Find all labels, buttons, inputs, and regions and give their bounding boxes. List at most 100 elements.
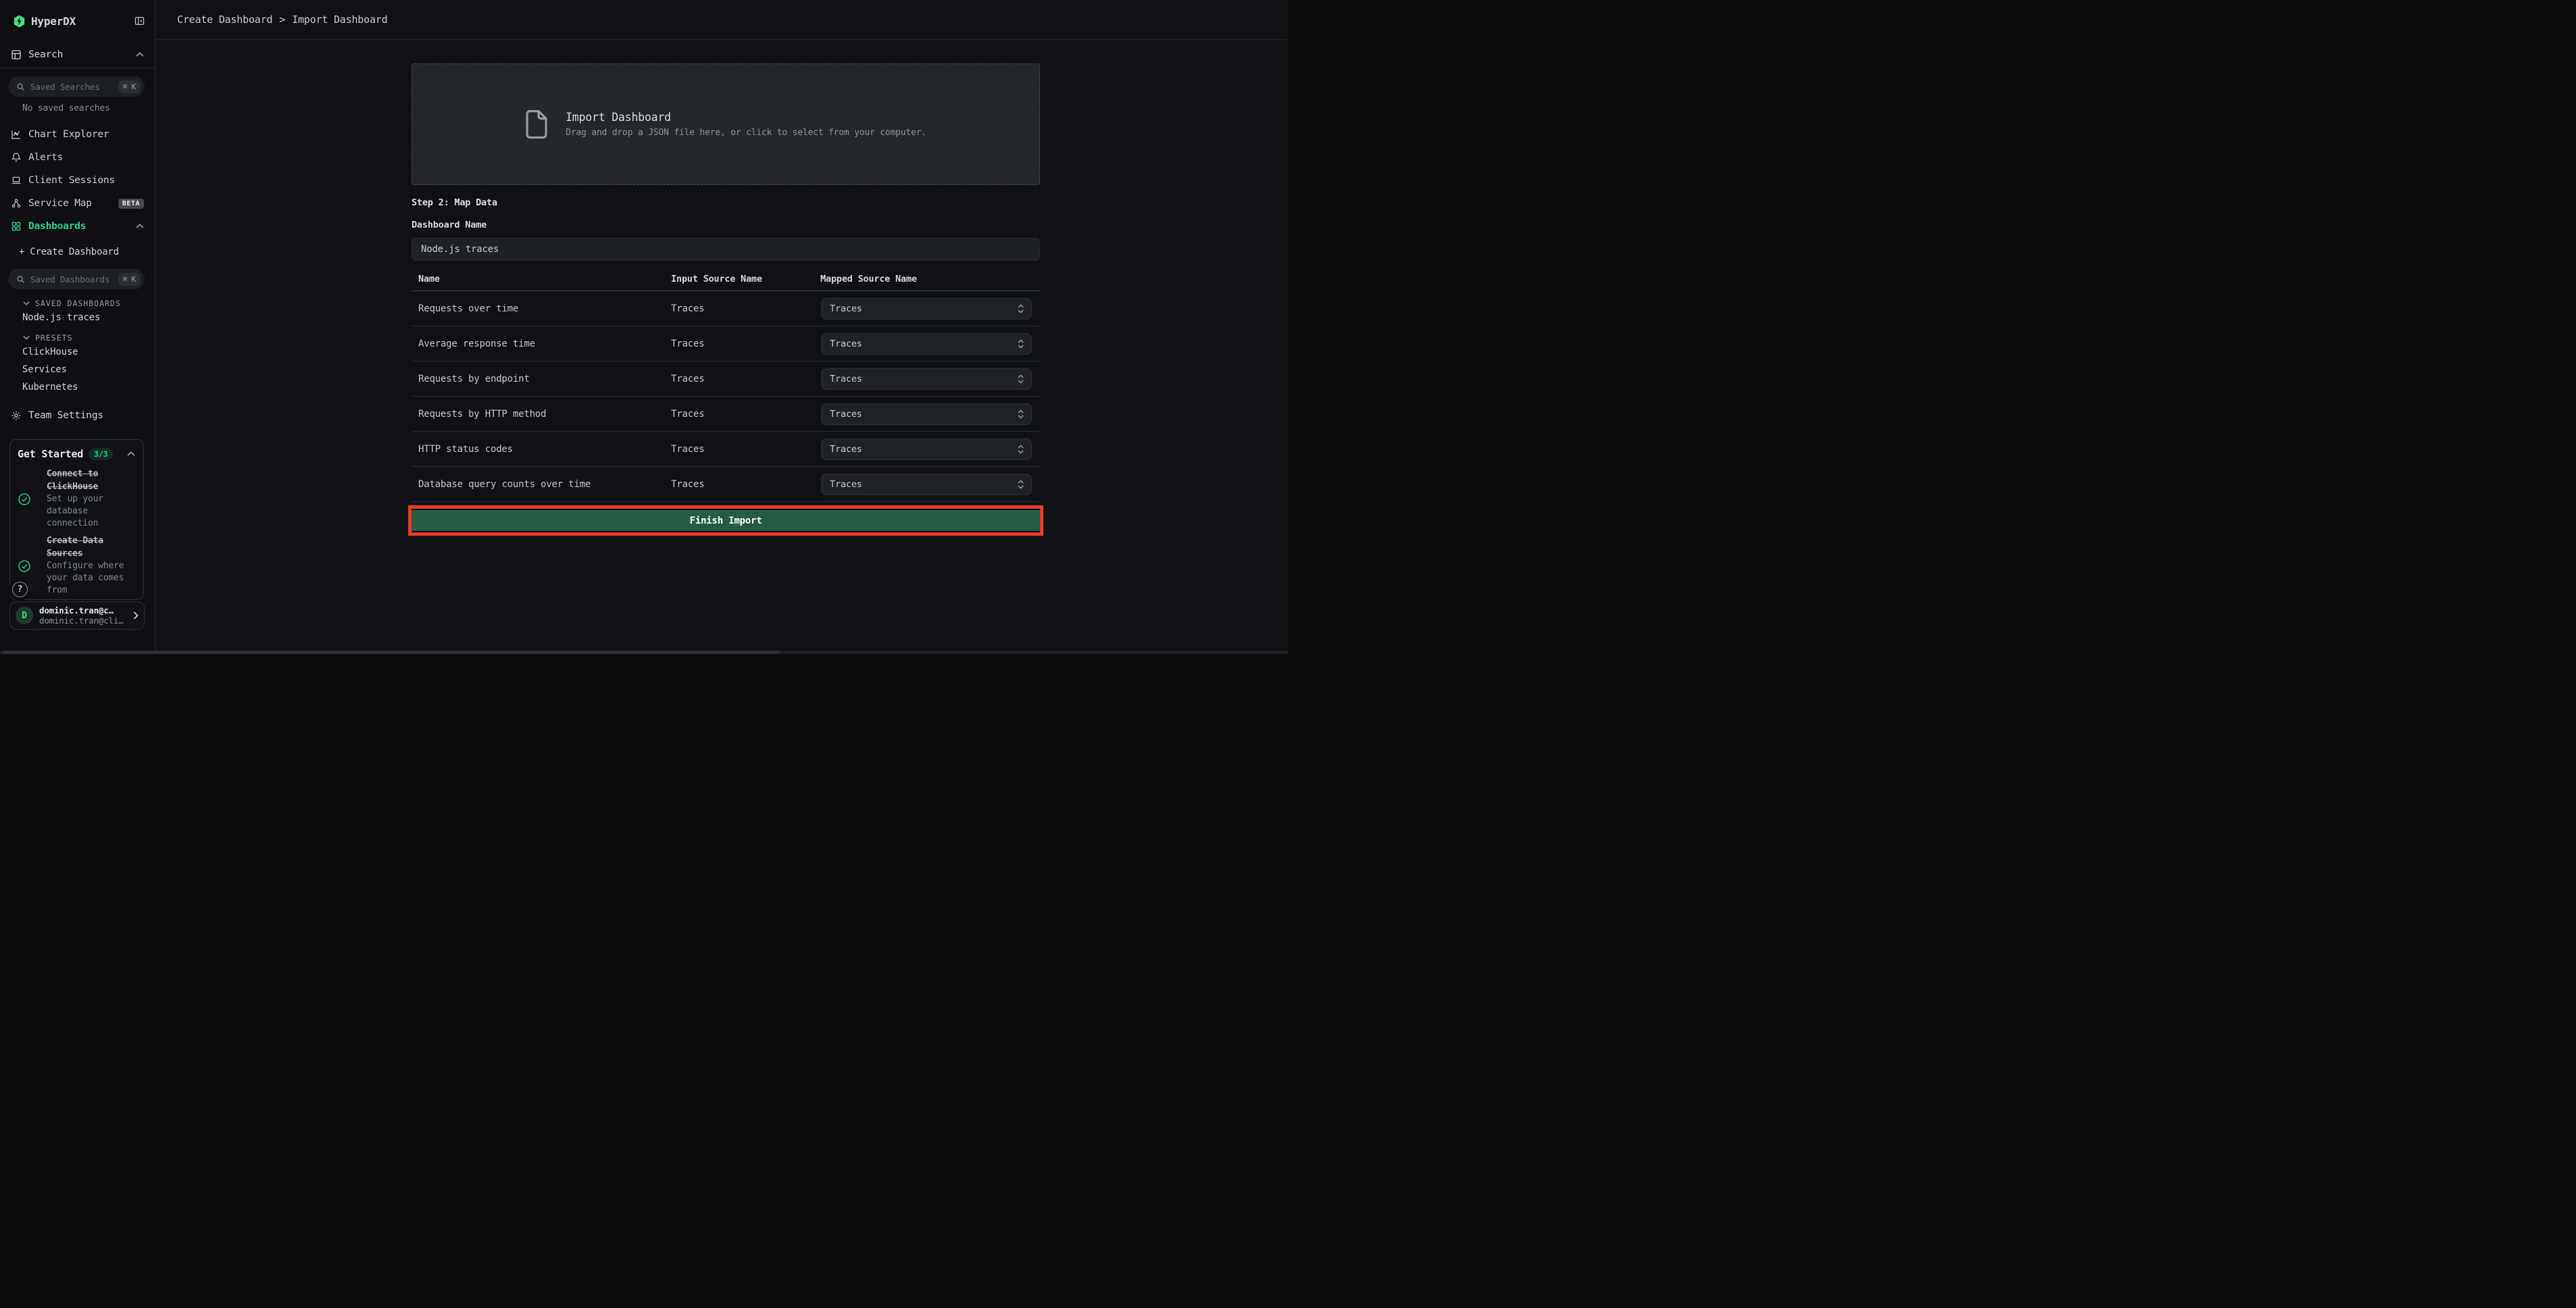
create-dashboard-label: Create Dashboard	[30, 247, 119, 257]
chevron-right-icon	[133, 611, 139, 620]
sidebar: HyperDX Search	[0, 0, 155, 651]
sidebar-item-label: Service Map	[28, 198, 92, 209]
column-header-name: Name	[412, 274, 671, 284]
hyperdx-logo-icon	[14, 15, 25, 28]
brand-row: HyperDX	[0, 0, 155, 42]
mapped-source-select[interactable]: Traces	[821, 298, 1032, 320]
bell-icon	[11, 152, 22, 163]
table-row: Database query counts over time Traces T…	[412, 467, 1040, 502]
sidebar-item-client-sessions[interactable]: Client Sessions	[0, 169, 155, 192]
column-header-input-source: Input Source Name	[671, 274, 820, 284]
sidebar-preset-services[interactable]: Services	[0, 361, 155, 378]
group-label: PRESETS	[35, 333, 72, 343]
get-started-item[interactable]: Create Data Sources Configure where your…	[18, 534, 137, 597]
sidebar-item-service-map[interactable]: Service Map BETA	[0, 192, 155, 215]
mapped-source-select[interactable]: Traces	[821, 474, 1032, 495]
get-started-title: Get Started	[18, 448, 83, 460]
chart-name: Requests by HTTP method	[412, 409, 671, 420]
search-icon	[16, 82, 25, 91]
get-started-item[interactable]: Connect to ClickHouse Set up your databa…	[18, 468, 137, 530]
selected-source: Traces	[830, 409, 1017, 420]
selector-chevrons-icon	[1017, 444, 1024, 455]
breadcrumb: Create Dashboard > Import Dashboard	[155, 0, 1288, 40]
get-started-progress-badge: 3/3	[89, 448, 113, 460]
check-circle-icon	[18, 559, 31, 573]
plus-icon: +	[19, 247, 24, 257]
sidebar-preset-clickhouse[interactable]: ClickHouse	[0, 343, 155, 361]
table-row: Requests by HTTP method Traces Traces	[412, 397, 1040, 432]
saved-dashboards-input[interactable]: Saved Dashboards ⌘ K	[8, 269, 145, 289]
sidebar-dashboard-nodejs-traces[interactable]: Node.js traces	[0, 309, 155, 326]
dropzone-inner: Import Dashboard Drag and drop a JSON fi…	[525, 109, 926, 139]
horizontal-scrollbar[interactable]	[0, 651, 1288, 654]
mapped-source-select[interactable]: Traces	[821, 333, 1032, 355]
main-area: Create Dashboard > Import Dashboard Impo…	[155, 0, 1288, 651]
input-source-name: Traces	[671, 303, 820, 314]
dashboard-name-input[interactable]	[412, 238, 1040, 261]
mapped-source-select[interactable]: Traces	[821, 438, 1032, 460]
avatar: D	[16, 607, 33, 624]
import-content: Import Dashboard Drag and drop a JSON fi…	[412, 40, 1040, 536]
saved-dashboards-placeholder: Saved Dashboards	[30, 274, 118, 284]
sidebar-item-label: Team Settings	[28, 410, 103, 421]
saved-searches-input[interactable]: Saved Searches ⌘ K	[8, 76, 145, 97]
gear-icon	[11, 410, 22, 421]
chevron-up-icon[interactable]	[136, 224, 144, 229]
input-source-name: Traces	[671, 409, 820, 420]
check-circle-icon	[18, 493, 31, 506]
chevron-up-icon[interactable]	[136, 52, 144, 57]
chevron-up-icon[interactable]	[127, 451, 135, 457]
dashboard-name-label: Dashboard Name	[412, 220, 1040, 231]
get-started-header[interactable]: Get Started 3/3	[10, 440, 143, 460]
sidebar-item-label: Client Sessions	[28, 175, 115, 186]
table-row: Average response time Traces Traces	[412, 326, 1040, 361]
sidebar-item-team-settings[interactable]: Team Settings	[0, 404, 155, 427]
json-dropzone[interactable]: Import Dashboard Drag and drop a JSON fi…	[412, 64, 1040, 185]
finish-import-button[interactable]: Finish Import	[412, 510, 1040, 531]
saved-dashboards-group-toggle[interactable]: SAVED DASHBOARDS	[23, 297, 155, 309]
dropzone-text: Import Dashboard Drag and drop a JSON fi…	[566, 111, 926, 138]
help-button[interactable]: ?	[12, 582, 28, 597]
search-icon	[16, 275, 25, 284]
create-dashboard-button[interactable]: + Create Dashboard	[0, 241, 155, 263]
task-title: Connect to ClickHouse	[47, 468, 137, 493]
step-title: Step 2: Map Data	[412, 197, 1040, 209]
user-name: dominic.tran@c…	[39, 605, 133, 615]
collapse-sidebar-icon[interactable]	[134, 16, 145, 26]
sidebar-item-dashboards[interactable]: Dashboards	[0, 215, 155, 238]
presets-group-toggle[interactable]: PRESETS	[23, 332, 155, 343]
mapped-source-select[interactable]: Traces	[821, 368, 1032, 390]
service-map-icon	[11, 198, 22, 209]
selector-chevrons-icon	[1017, 409, 1024, 420]
input-source-name: Traces	[671, 444, 820, 455]
selected-source: Traces	[830, 303, 1017, 314]
chevron-down-icon	[23, 335, 30, 340]
group-label: SAVED DASHBOARDS	[35, 299, 121, 308]
sidebar-nav: Chart Explorer Alerts Cl	[0, 123, 155, 238]
sidebar-preset-kubernetes[interactable]: Kubernetes	[0, 378, 155, 396]
table-row: HTTP status codes Traces Traces	[412, 432, 1040, 467]
task-description: Configure where your data comes from	[47, 560, 137, 597]
selector-chevrons-icon	[1017, 374, 1024, 384]
scrollbar-thumb[interactable]	[3, 651, 780, 654]
sidebar-item-label: Chart Explorer	[28, 129, 109, 140]
sidebar-item-label: Search	[28, 49, 136, 60]
app-root: HyperDX Search	[0, 0, 1288, 651]
search-section: Search	[0, 42, 155, 68]
sidebar-item-chart-explorer[interactable]: Chart Explorer	[0, 123, 155, 146]
dropzone-subtitle: Drag and drop a JSON file here, or click…	[566, 128, 926, 138]
user-account-button[interactable]: D dominic.tran@c… dominic.tran@cli…	[9, 601, 145, 630]
user-email: dominic.tran@cli…	[39, 615, 133, 626]
mapped-source-select[interactable]: Traces	[821, 403, 1032, 425]
selected-source: Traces	[830, 479, 1017, 490]
sidebar-item-search[interactable]: Search	[0, 42, 155, 68]
shortcut-badge: ⌘ K	[118, 80, 141, 93]
chevron-down-icon	[23, 301, 30, 305]
dropzone-title: Import Dashboard	[566, 111, 926, 124]
breadcrumb-create-dashboard[interactable]: Create Dashboard	[177, 14, 272, 26]
chart-name: Average response time	[412, 338, 671, 349]
sidebar-item-alerts[interactable]: Alerts	[0, 146, 155, 169]
shortcut-badge: ⌘ K	[118, 273, 141, 286]
table-row: Requests by endpoint Traces Traces	[412, 361, 1040, 397]
brand-title: HyperDX	[31, 15, 134, 28]
